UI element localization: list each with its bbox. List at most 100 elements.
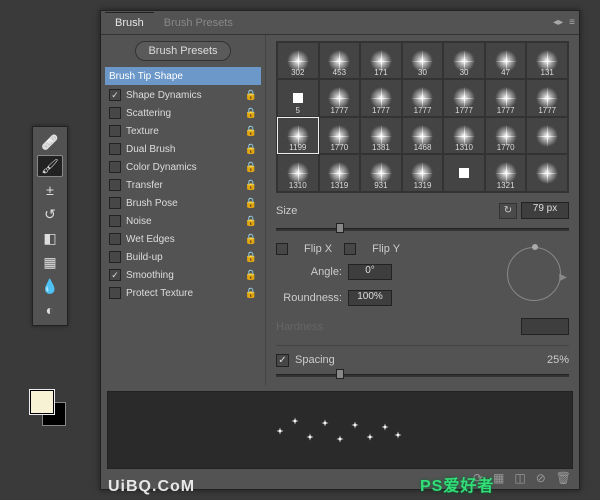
flipy-checkbox[interactable]: [344, 243, 356, 255]
angle-input[interactable]: 0°: [348, 264, 392, 280]
tool-brush[interactable]: 🖌: [37, 155, 63, 177]
roundness-label: Roundness:: [276, 292, 348, 304]
brush-thumb[interactable]: 47: [485, 42, 527, 79]
checkbox[interactable]: [109, 197, 121, 209]
collapse-icon[interactable]: ◂▸: [553, 17, 563, 28]
size-label: Size: [276, 205, 354, 217]
tool-stamp[interactable]: ±: [37, 179, 63, 201]
checkbox[interactable]: [109, 233, 121, 245]
spacing-label: Spacing: [295, 354, 547, 366]
brush-presets-button[interactable]: Brush Presets: [135, 41, 230, 61]
checkbox[interactable]: [109, 161, 121, 173]
brush-thumb[interactable]: 302: [277, 42, 319, 79]
slider-handle[interactable]: [336, 223, 344, 233]
footer-icon-3[interactable]: ⊘: [536, 471, 546, 485]
lock-icon: 🔒: [245, 288, 257, 299]
checkbox[interactable]: [109, 125, 121, 137]
checkbox[interactable]: ✓: [109, 89, 121, 101]
lock-icon: 🔒: [245, 162, 257, 173]
size-slider[interactable]: [276, 221, 569, 235]
brush-thumb[interactable]: 1199: [277, 117, 319, 154]
brush-thumb[interactable]: 131: [526, 42, 568, 79]
brush-thumb[interactable]: 1321: [485, 154, 527, 191]
brush-thumb[interactable]: 171: [360, 42, 402, 79]
brush-thumb[interactable]: 1381: [360, 117, 402, 154]
tool-blur[interactable]: 💧: [37, 275, 63, 297]
footer-icon-4[interactable]: 🗑: [556, 471, 571, 485]
brush-thumb[interactable]: 1319: [319, 154, 361, 191]
size-row: Size ↻ 79 px: [276, 201, 569, 221]
flipx-checkbox[interactable]: [276, 243, 288, 255]
checkbox[interactable]: [109, 287, 121, 299]
opt-noise[interactable]: Noise🔒: [105, 212, 261, 230]
brush-thumb[interactable]: 1770: [319, 117, 361, 154]
brush-thumb[interactable]: [526, 154, 568, 191]
brush-thumb[interactable]: 453: [319, 42, 361, 79]
brush-thumb[interactable]: 1468: [402, 117, 444, 154]
tool-dodge[interactable]: ◐: [37, 299, 63, 321]
brush-thumb[interactable]: [526, 117, 568, 154]
brush-thumb[interactable]: 1777: [526, 79, 568, 116]
opt-color-dynamics[interactable]: Color Dynamics🔒: [105, 158, 261, 176]
opt-dual-brush[interactable]: Dual Brush🔒: [105, 140, 261, 158]
checkbox[interactable]: [109, 179, 121, 191]
watermark-text: UiBQ.CoM: [108, 478, 195, 496]
spacing-slider[interactable]: [276, 367, 569, 381]
opt-texture[interactable]: Texture🔒: [105, 122, 261, 140]
brush-thumb[interactable]: 1777: [360, 79, 402, 116]
size-input[interactable]: 79 px: [521, 202, 569, 219]
brush-thumb[interactable]: 30: [402, 42, 444, 79]
lock-icon: 🔒: [245, 126, 257, 137]
hardness-row: Hardness: [276, 317, 569, 337]
brush-thumb[interactable]: 1310: [277, 154, 319, 191]
opt-brush-pose[interactable]: Brush Pose🔒: [105, 194, 261, 212]
fg-color[interactable]: [30, 390, 54, 414]
brush-thumb[interactable]: [443, 154, 485, 191]
lock-icon: 🔒: [245, 144, 257, 155]
checkbox[interactable]: [109, 215, 121, 227]
tool-gradient[interactable]: ▦: [37, 251, 63, 273]
footer-icon-1[interactable]: ▦: [493, 471, 504, 485]
brush-panel: Brush Brush Presets ◂▸ ≡ Brush Presets B…: [100, 10, 580, 490]
opt-shape-dynamics[interactable]: ✓Shape Dynamics🔒: [105, 86, 261, 104]
opt-brush-tip-shape[interactable]: Brush Tip Shape: [105, 67, 261, 85]
tab-brush[interactable]: Brush: [105, 12, 154, 33]
checkbox[interactable]: [109, 107, 121, 119]
tool-healing[interactable]: 🩹: [37, 131, 63, 153]
tool-eraser[interactable]: ◧: [37, 227, 63, 249]
menu-icon[interactable]: ≡: [569, 17, 575, 28]
brush-settings: 3024531713030471315177717771777177717771…: [266, 35, 579, 385]
opt-scattering[interactable]: Scattering🔒: [105, 104, 261, 122]
footer-icon-2[interactable]: ◫: [514, 471, 525, 485]
lock-icon: 🔒: [245, 216, 257, 227]
brush-thumb[interactable]: 1777: [319, 79, 361, 116]
brush-thumb[interactable]: 1777: [485, 79, 527, 116]
checkbox[interactable]: [109, 251, 121, 263]
spacing-checkbox[interactable]: ✓: [276, 354, 289, 367]
angle-label: Angle:: [276, 266, 348, 278]
tool-history[interactable]: ↺: [37, 203, 63, 225]
brush-thumb[interactable]: 1777: [443, 79, 485, 116]
angle-widget[interactable]: ▶: [499, 239, 569, 309]
opt-build-up[interactable]: Build-up🔒: [105, 248, 261, 266]
flipx-label: Flip X: [304, 243, 332, 255]
brush-thumb[interactable]: 1770: [485, 117, 527, 154]
opt-smoothing[interactable]: ✓Smoothing🔒: [105, 266, 261, 284]
checkbox[interactable]: [109, 143, 121, 155]
opt-wet-edges[interactable]: Wet Edges🔒: [105, 230, 261, 248]
brush-thumb[interactable]: 30: [443, 42, 485, 79]
checkbox[interactable]: ✓: [109, 269, 121, 281]
spacing-input[interactable]: 25%: [547, 354, 569, 366]
brush-thumb[interactable]: 1777: [402, 79, 444, 116]
brush-thumb[interactable]: 931: [360, 154, 402, 191]
brush-thumb[interactable]: 1319: [402, 154, 444, 191]
brush-thumb[interactable]: 5: [277, 79, 319, 116]
size-reset-button[interactable]: ↻: [499, 203, 517, 219]
brush-thumb[interactable]: 1310: [443, 117, 485, 154]
slider-handle[interactable]: [336, 369, 344, 379]
roundness-input[interactable]: 100%: [348, 290, 392, 306]
lock-icon: 🔒: [245, 198, 257, 209]
opt-protect-texture[interactable]: Protect Texture🔒: [105, 284, 261, 302]
tab-presets[interactable]: Brush Presets: [154, 13, 243, 33]
opt-transfer[interactable]: Transfer🔒: [105, 176, 261, 194]
